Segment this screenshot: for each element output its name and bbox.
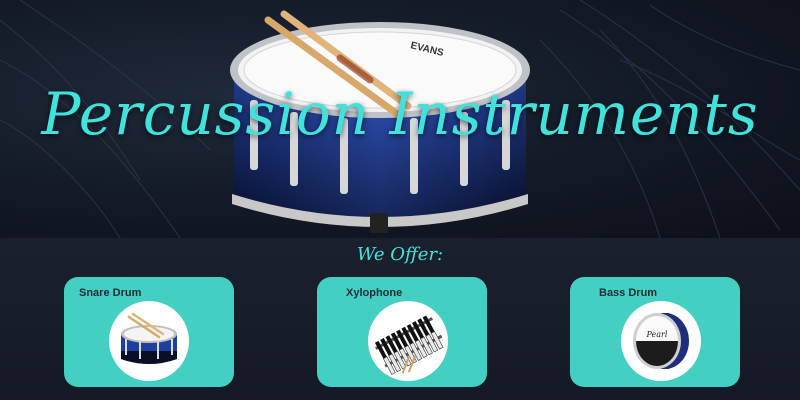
card-snare-drum[interactable]: Snare Drum <box>64 277 234 387</box>
card-xylophone[interactable]: Xylophone <box>317 277 487 387</box>
card-bass-drum[interactable]: Bass Drum Pearl <box>570 277 740 387</box>
xylophone-image <box>368 301 448 381</box>
card-label: Xylophone <box>346 287 403 299</box>
hero-banner: EVANS Percussion Instruments <box>0 0 800 238</box>
bass-drum-image: Pearl <box>621 301 701 381</box>
card-label: Bass Drum <box>599 287 658 299</box>
offer-heading: We Offer: <box>356 244 444 265</box>
snare-drum-image <box>109 301 189 381</box>
card-label: Snare Drum <box>79 287 142 299</box>
page-title: Percussion Instruments <box>41 80 759 148</box>
bass-drum-badge: Pearl <box>646 330 668 339</box>
